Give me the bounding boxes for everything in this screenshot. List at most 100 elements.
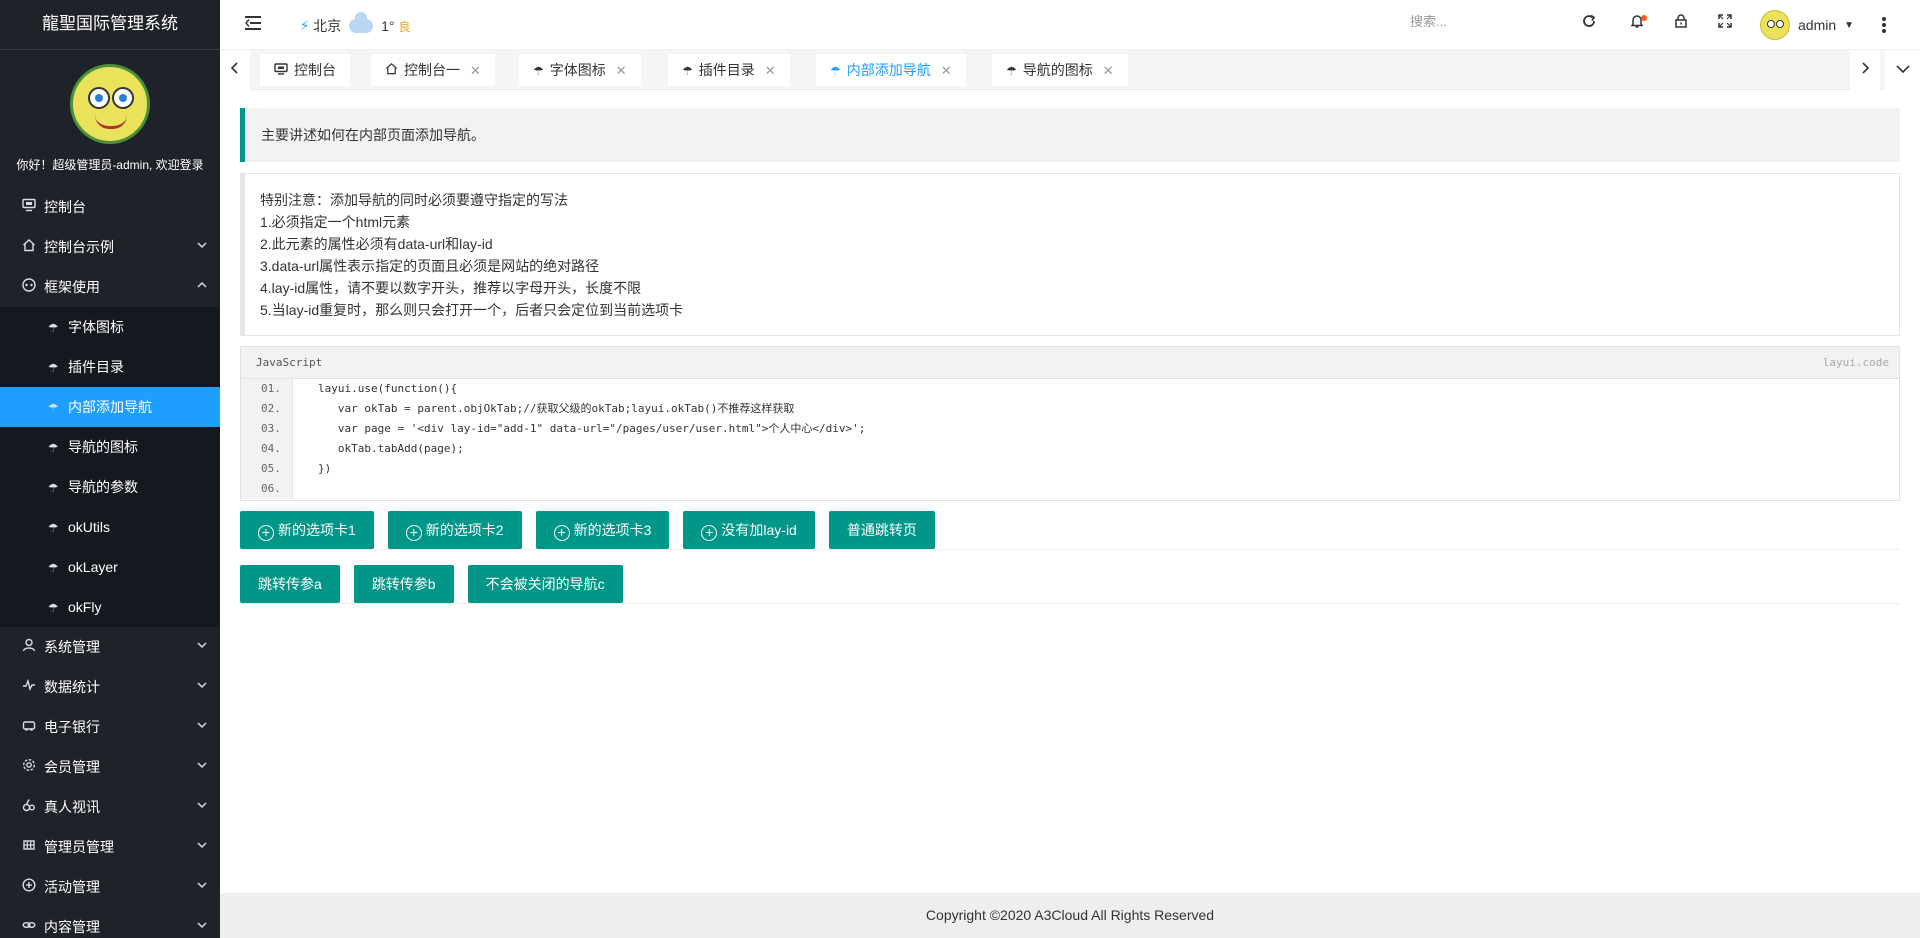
intro-blockquote: 主要讲述如何在内部页面添加导航。 <box>240 108 1900 162</box>
bank-icon <box>20 707 38 747</box>
weather-widget[interactable]: ⚡ 北京 1° 良 <box>300 12 411 36</box>
tab-nav-icons[interactable]: ☂ 导航的图标 ✕ <box>992 54 1128 86</box>
sidebar-item-label: 活动管理 <box>44 879 100 895</box>
sidebar-item-framework[interactable]: 框架使用 <box>0 267 220 307</box>
sidebar-subitem-nav-icons[interactable]: ☂ 导航的图标 <box>0 427 220 467</box>
tab-add-nav[interactable]: ☂ 内部添加导航 ✕ <box>816 54 966 86</box>
sidebar-item-system[interactable]: 系统管理 <box>0 627 220 667</box>
greeting-text: 你好！超级管理员-admin, 欢迎登录 <box>16 158 204 172</box>
sidebar-item-members[interactable]: 会员管理 <box>0 747 220 787</box>
footer: Copyright ©2020 A3Cloud All Rights Reser… <box>220 893 1920 938</box>
code-block: JavaScript layui.code 01. layui.use(funct… <box>240 346 1900 501</box>
normal-jump-button[interactable]: 普通跳转页 <box>828 511 935 549</box>
sidebar-item-admins[interactable]: 管理员管理 <box>0 827 220 867</box>
sidebar: 龍聖国际管理系统 你好！超级管理员-admin, 欢迎登录 控制台 控制台示例 … <box>0 0 220 938</box>
video-icon <box>20 787 38 827</box>
line-number: 02. <box>241 399 293 419</box>
lock-icon[interactable] <box>1670 13 1692 35</box>
sidebar-subitem-oklayer[interactable]: ☂ okLayer <box>0 547 220 587</box>
new-tab-2-button[interactable]: + 新的选项卡2 <box>387 511 522 549</box>
avatar[interactable] <box>70 64 150 144</box>
jump-param-a-button[interactable]: 跳转传参a <box>240 565 340 603</box>
button-label: 普通跳转页 <box>846 522 917 538</box>
chevron-down-icon <box>196 787 208 827</box>
umbrella-icon: ☂ <box>533 64 544 78</box>
weather-temp: 1° <box>381 18 395 34</box>
sidebar-item-label: 插件目录 <box>68 359 124 375</box>
user-menu[interactable]: admin ▼ <box>1760 10 1854 40</box>
line-number: 05. <box>241 459 293 479</box>
avatar <box>1760 10 1790 40</box>
bell-icon[interactable] <box>1626 13 1648 35</box>
tab-scroll-left-icon[interactable] <box>220 50 250 90</box>
line-number: 03. <box>241 419 293 439</box>
button-label: 跳转传参a <box>258 576 322 592</box>
code-line: 02. var okTab = parent.objOkTab;//获取父级的o… <box>241 399 1899 419</box>
sidebar-item-statistics[interactable]: 数据统计 <box>0 667 220 707</box>
sidebar-item-activities[interactable]: 活动管理 <box>0 867 220 907</box>
sidebar-subitem-font-icons[interactable]: ☂ 字体图标 <box>0 307 220 347</box>
tab-label: 字体图标 <box>549 62 606 78</box>
tab-plugins[interactable]: ☂ 插件目录 ✕ <box>668 54 790 86</box>
sidebar-item-label: 字体图标 <box>68 319 124 335</box>
jump-param-b-button[interactable]: 跳转传参b <box>353 565 454 603</box>
sidebar-item-label: 内容管理 <box>44 919 100 935</box>
no-lay-id-button[interactable]: + 没有加lay-id <box>683 511 815 549</box>
chevron-down-icon <box>196 867 208 907</box>
framework-icon <box>20 267 38 307</box>
tab-dashboard[interactable]: 控制台 <box>260 54 350 86</box>
close-icon[interactable]: ✕ <box>1103 55 1114 87</box>
sidebar-subitem-okfly[interactable]: ☂ okFly <box>0 587 220 627</box>
tab-options-chevron-down-icon[interactable] <box>1885 50 1920 90</box>
main-content: 主要讲述如何在内部页面添加导航。 特别注意：添加导航的同时必须要遵守指定的写法 … <box>240 108 1900 605</box>
link-icon <box>20 907 38 938</box>
plus-circle-icon <box>20 867 38 907</box>
code-body: 01. layui.use(function(){ 02. var okTab =… <box>241 379 1899 499</box>
chevron-down-icon <box>196 907 208 938</box>
user-name: admin <box>1798 17 1837 33</box>
sidebar-item-content[interactable]: 内容管理 <box>0 907 220 938</box>
close-icon[interactable]: ✕ <box>941 55 952 87</box>
tab-font-icons[interactable]: ☂ 字体图标 ✕ <box>519 54 641 86</box>
tab-dashboard-one[interactable]: 控制台一 ✕ <box>371 54 495 86</box>
sidebar-menu: 控制台 控制台示例 框架使用 ☂ 字体图标 ☂ 插件目录 ☂ 内部添加导航 ☂ 导航的图… <box>0 187 220 938</box>
sidebar-item-live-video[interactable]: 真人视讯 <box>0 787 220 827</box>
umbrella-icon: ☂ <box>47 401 59 415</box>
sidebar-item-label: 控制台 <box>44 199 86 215</box>
new-tab-1-button[interactable]: + 新的选项卡1 <box>240 511 374 549</box>
close-icon[interactable]: ✕ <box>765 55 776 87</box>
tab-scroll-right-icon[interactable] <box>1850 50 1880 90</box>
sidebar-subitem-add-nav[interactable]: ☂ 内部添加导航 <box>0 387 220 427</box>
button-row-tabs: + 新的选项卡1 + 新的选项卡2 + 新的选项卡3 + 没有加lay-id 普通跳转页 <box>240 511 1900 551</box>
new-tab-3-button[interactable]: + 新的选项卡3 <box>535 511 670 549</box>
chevron-down-icon <box>196 627 208 667</box>
notes-blockquote: 特别注意：添加导航的同时必须要遵守指定的写法 1.必须指定一个html元素 2.… <box>240 173 1900 336</box>
fullscreen-icon[interactable] <box>1714 13 1736 35</box>
code-header: JavaScript layui.code <box>241 347 1899 379</box>
button-label: 新的选项卡2 <box>425 522 504 538</box>
caret-down-icon: ▼ <box>1844 19 1855 31</box>
button-label: 不会被关闭的导航c <box>485 576 605 592</box>
sidebar-item-ebank[interactable]: 电子银行 <box>0 707 220 747</box>
sidebar-subitem-okutils[interactable]: ☂ okUtils <box>0 507 220 547</box>
button-label: 新的选项卡1 <box>278 522 356 538</box>
note-line: 特别注意：添加导航的同时必须要遵守指定的写法 <box>260 192 568 208</box>
weather-aqi: 良 <box>398 19 411 34</box>
more-vertical-icon[interactable] <box>1878 13 1890 37</box>
code-line: 06. <box>241 479 1899 499</box>
chevron-down-icon <box>196 227 208 267</box>
refresh-icon[interactable] <box>1578 13 1600 35</box>
chevron-down-icon <box>196 667 208 707</box>
unclosable-nav-c-button[interactable]: 不会被关闭的导航c <box>467 565 623 603</box>
close-icon[interactable]: ✕ <box>616 55 627 87</box>
sidebar-item-dashboard[interactable]: 控制台 <box>0 187 220 227</box>
search-input[interactable] <box>1410 14 1530 29</box>
top-header: ⚡ 北京 1° 良 admin ▼ <box>220 0 1920 50</box>
sidebar-subitem-plugins[interactable]: ☂ 插件目录 <box>0 347 220 387</box>
app-logo-title[interactable]: 龍聖国际管理系统 <box>0 0 220 50</box>
close-icon[interactable]: ✕ <box>470 55 481 87</box>
sidebar-item-dashboard-examples[interactable]: 控制台示例 <box>0 227 220 267</box>
button-label: 新的选项卡3 <box>573 522 652 538</box>
menu-toggle-icon[interactable] <box>245 14 263 32</box>
sidebar-subitem-nav-params[interactable]: ☂ 导航的参数 <box>0 467 220 507</box>
